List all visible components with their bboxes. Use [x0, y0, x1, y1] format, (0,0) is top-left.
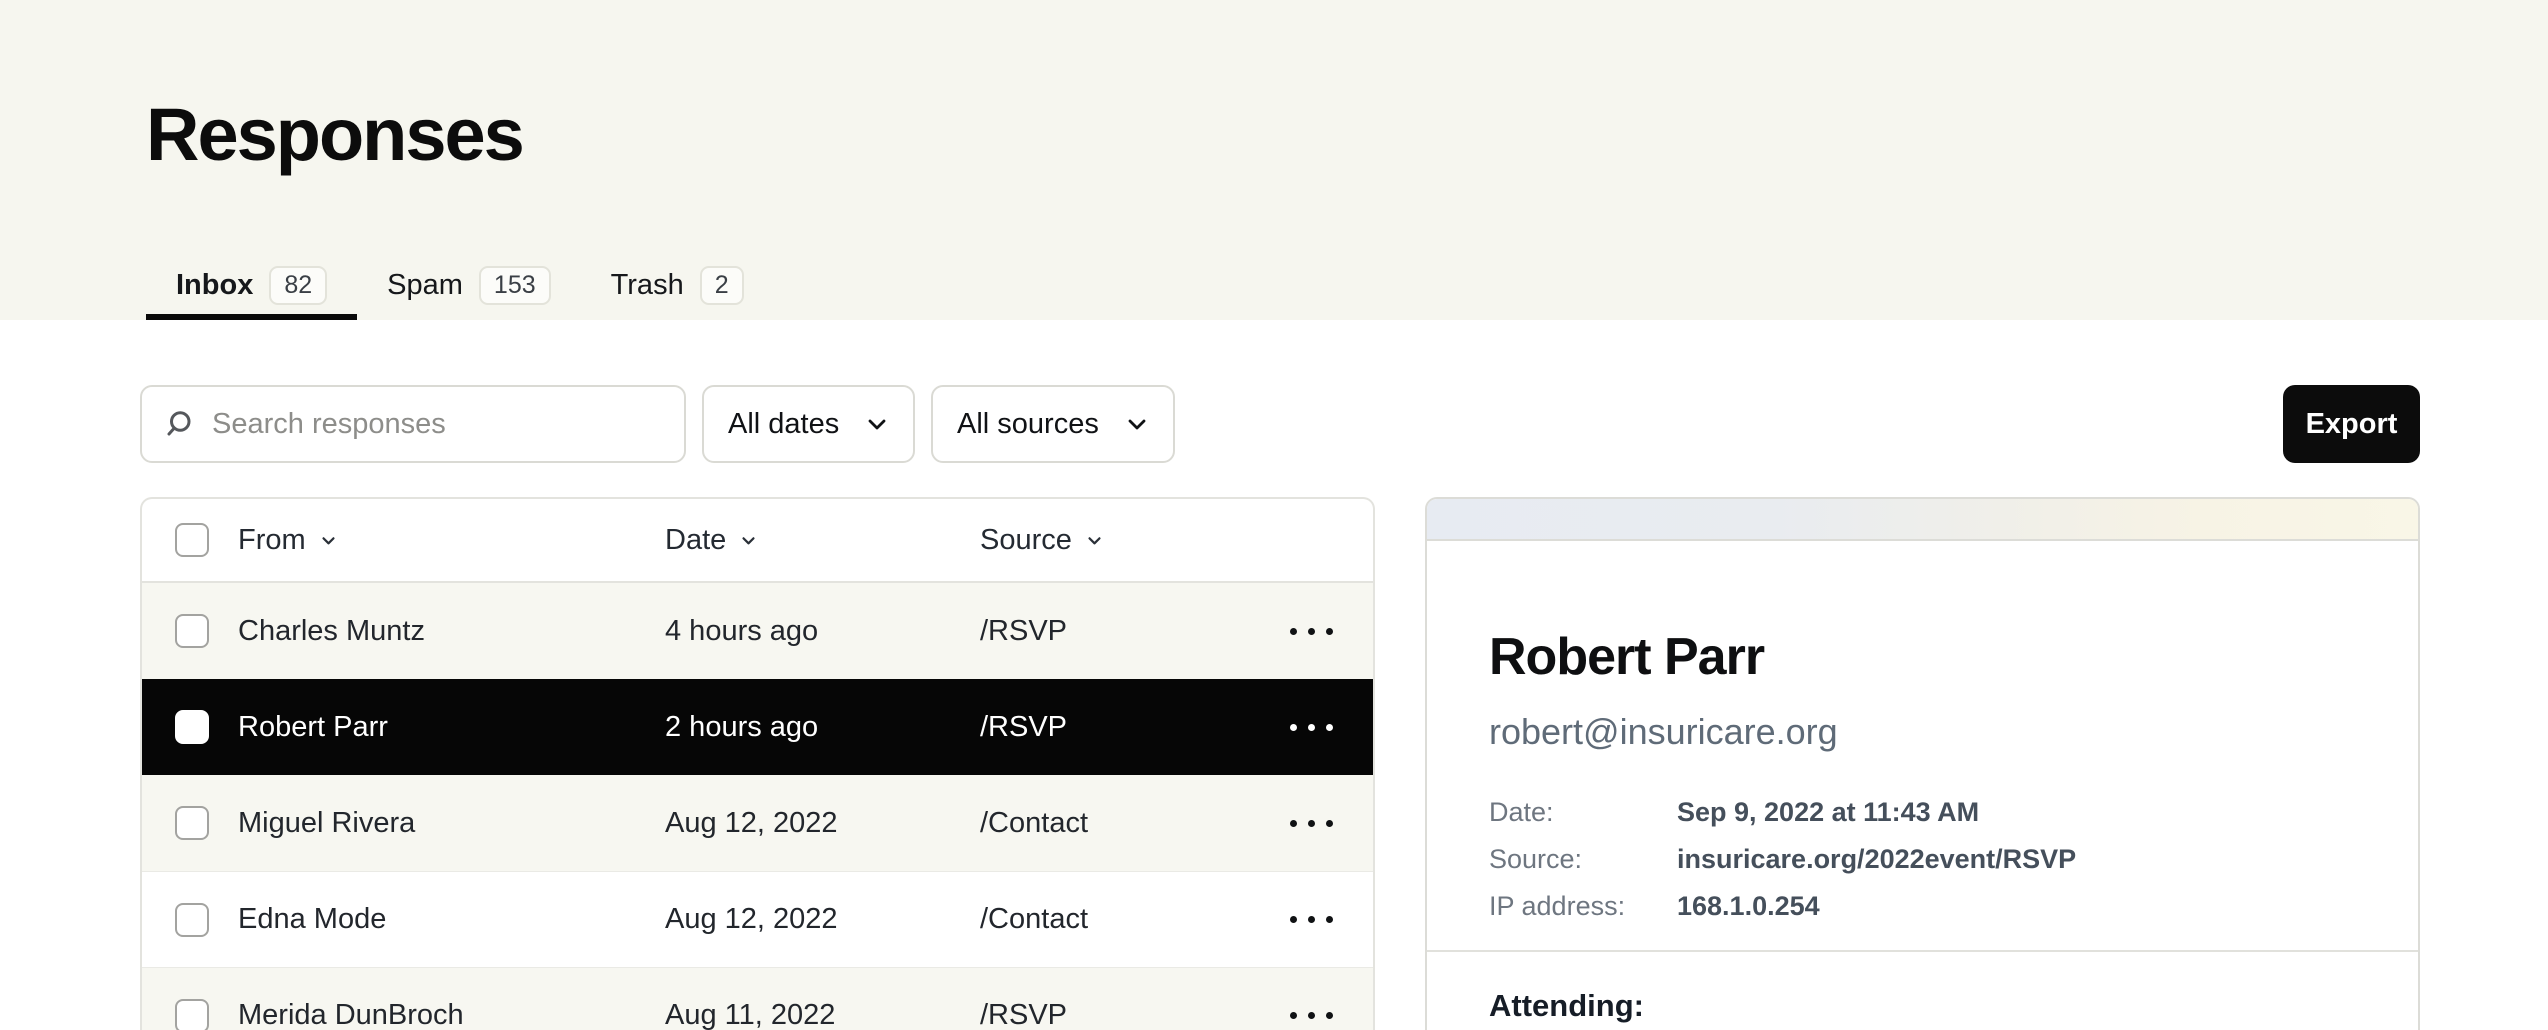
select-all-checkbox[interactable] — [175, 523, 209, 557]
tab-trash[interactable]: Trash 2 — [581, 250, 774, 320]
row-from: Edna Mode — [238, 903, 665, 936]
detail-email: robert@insuricare.org — [1489, 711, 2356, 753]
meta-row-ip: IP address: 168.1.0.254 — [1489, 893, 2356, 920]
page-title: Responses — [146, 92, 523, 177]
table-row[interactable]: Miguel Rivera Aug 12, 2022 /Contact — [142, 775, 1373, 871]
row-date: 4 hours ago — [665, 615, 980, 648]
row-checkbox[interactable] — [175, 710, 209, 744]
row-actions-button[interactable] — [1290, 628, 1333, 635]
tab-spam[interactable]: Spam 153 — [357, 250, 580, 320]
chevron-down-icon — [1125, 412, 1149, 436]
table-row[interactable]: Charles Muntz 4 hours ago /RSVP — [142, 583, 1373, 679]
chevron-down-icon — [865, 412, 889, 436]
row-actions-button[interactable] — [1290, 724, 1333, 731]
table-row-selected[interactable]: Robert Parr 2 hours ago /RSVP — [142, 679, 1373, 775]
table-header-row: From Date Source — [142, 499, 1373, 583]
meta-value: insuricare.org/2022event/RSVP — [1677, 846, 2076, 873]
row-checkbox[interactable] — [175, 999, 209, 1030]
toolbar: All dates All sources Export — [0, 385, 2548, 463]
meta-row-source: Source: insuricare.org/2022event/RSVP — [1489, 846, 2356, 873]
meta-value: Sep 9, 2022 at 11:43 AM — [1677, 799, 1979, 826]
detail-name: Robert Parr — [1489, 627, 2356, 687]
row-source: /RSVP — [980, 615, 1263, 648]
meta-label: IP address: — [1489, 893, 1677, 920]
row-from: Charles Muntz — [238, 615, 665, 648]
detail-gradient-strip — [1427, 499, 2418, 541]
tab-spam-label: Spam — [387, 269, 463, 302]
column-header-from[interactable]: From — [238, 524, 665, 557]
detail-meta: Date: Sep 9, 2022 at 11:43 AM Source: in… — [1489, 799, 2356, 920]
responses-table: From Date Source Charles Muntz 4 hours a… — [140, 497, 1375, 1030]
row-checkbox[interactable] — [175, 614, 209, 648]
column-header-date[interactable]: Date — [665, 524, 980, 557]
row-from: Merida DunBroch — [238, 999, 665, 1030]
meta-label: Source: — [1489, 846, 1677, 873]
row-source: /RSVP — [980, 999, 1263, 1030]
row-source: /RSVP — [980, 711, 1263, 744]
response-detail-panel: Robert Parr robert@insuricare.org Date: … — [1425, 497, 2420, 1030]
sources-filter-dropdown[interactable]: All sources — [931, 385, 1175, 463]
meta-row-date: Date: Sep 9, 2022 at 11:43 AM — [1489, 799, 2356, 826]
meta-value: 168.1.0.254 — [1677, 893, 1820, 920]
row-actions-button[interactable] — [1290, 916, 1333, 923]
sources-filter-value: All sources — [957, 408, 1099, 441]
row-checkbox[interactable] — [175, 806, 209, 840]
row-from: Robert Parr — [238, 711, 665, 744]
column-header-source[interactable]: Source — [980, 524, 1263, 557]
chevron-down-icon — [1086, 532, 1103, 549]
search-icon — [164, 409, 194, 439]
chevron-down-icon — [740, 532, 757, 549]
row-date: Aug 12, 2022 — [665, 807, 980, 840]
tab-inbox-label: Inbox — [176, 269, 253, 302]
table-body: Charles Muntz 4 hours ago /RSVP Robert P… — [142, 583, 1373, 1030]
tab-trash-label: Trash — [611, 269, 684, 302]
row-date: Aug 11, 2022 — [665, 999, 980, 1030]
tab-trash-count-badge: 2 — [700, 266, 744, 305]
search-input[interactable] — [212, 408, 662, 441]
row-date: 2 hours ago — [665, 711, 980, 744]
row-actions-button[interactable] — [1290, 820, 1333, 827]
panel-divider — [1427, 950, 2418, 952]
detail-body: Robert Parr robert@insuricare.org Date: … — [1427, 541, 2418, 1024]
tab-inbox-count-badge: 82 — [269, 266, 327, 305]
chevron-down-icon — [320, 532, 337, 549]
dates-filter-dropdown[interactable]: All dates — [702, 385, 915, 463]
export-button[interactable]: Export — [2283, 385, 2420, 463]
table-row[interactable]: Merida DunBroch Aug 11, 2022 /RSVP — [142, 967, 1373, 1030]
row-source: /Contact — [980, 903, 1263, 936]
row-from: Miguel Rivera — [238, 807, 665, 840]
tab-spam-count-badge: 153 — [479, 266, 551, 305]
meta-label: Date: — [1489, 799, 1677, 826]
attending-section-heading: Attending: — [1489, 988, 2356, 1024]
dates-filter-value: All dates — [728, 408, 839, 441]
tab-inbox[interactable]: Inbox 82 — [146, 250, 357, 320]
row-actions-button[interactable] — [1290, 1012, 1333, 1019]
row-source: /Contact — [980, 807, 1263, 840]
row-date: Aug 12, 2022 — [665, 903, 980, 936]
search-box[interactable] — [140, 385, 686, 463]
tab-bar: Inbox 82 Spam 153 Trash 2 — [146, 250, 774, 320]
row-checkbox[interactable] — [175, 903, 209, 937]
table-row[interactable]: Edna Mode Aug 12, 2022 /Contact — [142, 871, 1373, 967]
